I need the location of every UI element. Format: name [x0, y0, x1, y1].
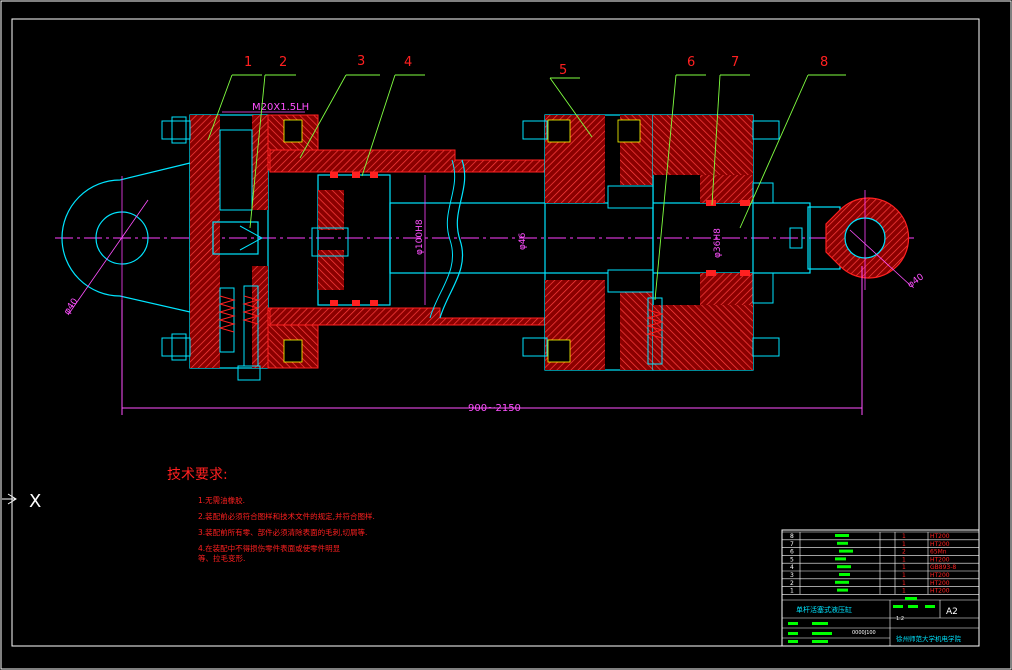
tb-row-no: 3 [790, 572, 794, 579]
tb-code: 0000J100 [852, 630, 876, 636]
balloon-3: 3 [357, 54, 365, 69]
tb-row-no: 1 [790, 588, 794, 595]
outer-border [0, 0, 1012, 670]
title-block: 8 1 HT200 7 1 HT200 6 2 65Mn 5 1 HT200 4 1 GB893-8 3 1 HT… [781, 529, 980, 647]
tech-heading: 技术要求: [167, 467, 228, 483]
tech-item-1: 1.无需油橡胶. [198, 495, 245, 505]
tb-row-name-mark [837, 541, 848, 545]
tb-row-qty: 2 [902, 549, 906, 556]
dim-right-eye: φ40 [906, 272, 926, 290]
tb-row-no: 4 [790, 564, 794, 571]
tb-drawing-name: 单杆活塞式液压缸 [796, 605, 852, 614]
cylinder-assembly: 900~2150 φ40 φ40 φ100H8 φ46 φ36H8 M20X1.… [55, 102, 926, 415]
tb-row-qty: 1 [902, 572, 906, 579]
tb-row-name-mark [839, 549, 853, 553]
tech-item-4: 4.在装配中不得损伤零件表面或使零件明显 [198, 543, 341, 553]
balloon-7: 7 [731, 55, 739, 70]
tb-row-qty: 1 [902, 588, 906, 595]
tb-row-no: 6 [790, 549, 794, 556]
inner-border [11, 18, 980, 647]
tb-row-no: 2 [790, 580, 794, 587]
tb-row-qty: 1 [902, 580, 906, 587]
tech-items: 1.无需油橡胶. 2.装配前必须符合图样和技术文件的规定,并符合图样. 3.装配… [198, 495, 375, 563]
dim-bore: φ100H8 [415, 219, 425, 255]
dim-left-eye: φ40 [62, 297, 80, 317]
tb-row-name-mark [837, 588, 848, 592]
tb-row-material: 65Mn [930, 549, 947, 556]
ucs-label: X [29, 491, 41, 512]
balloon-6: 6 [687, 55, 695, 70]
tb-sheet-size: A2 [946, 607, 958, 617]
balloon-2: 2 [279, 55, 287, 70]
tb-row-material: HT200 [930, 533, 950, 540]
tb-school: 徐州师范大学机电学院 [896, 634, 962, 643]
balloon-labels: 1 2 3 4 5 6 7 8 [244, 54, 828, 78]
tb-row-material: HT200 [930, 572, 950, 579]
tech-item-2: 2.装配前必须符合图样和技术文件的规定,并符合图样. [198, 511, 375, 521]
ucs-icon [2, 493, 17, 505]
barrel-bottom [269, 307, 581, 326]
balloon-5: 5 [559, 63, 567, 78]
balloon-4: 4 [404, 55, 412, 70]
tb-row-qty: 1 [902, 533, 906, 540]
dim-rod: φ46 [518, 232, 528, 250]
tech-item-5: 等、拉毛变形. [198, 553, 245, 563]
tb-row-material: HT200 [930, 541, 950, 548]
tb-row-qty: 1 [902, 556, 906, 563]
thread-callout: M20X1.5LH [252, 102, 309, 113]
drawing-canvas: X 900~2150 φ40 φ40 φ100H8 φ46 φ36H8 M20X… [0, 0, 1012, 670]
tb-row-material: GB893-8 [930, 564, 956, 571]
tb-row-material: HT200 [930, 556, 950, 563]
balloon-8: 8 [820, 55, 828, 70]
dim-overall: 900~2150 [468, 403, 521, 414]
tb-row-material: HT200 [930, 588, 950, 595]
tb-scale: 1:2 [896, 616, 904, 622]
break-line [439, 159, 466, 319]
tb-row-no: 7 [790, 541, 794, 548]
tech-item-3: 3.装配前所有零、部件必须清除表面的毛刺,切屑等. [198, 527, 367, 537]
tb-row-material: HT200 [930, 580, 950, 587]
tb-row-no: 5 [790, 556, 794, 563]
balloon-1: 1 [244, 55, 252, 70]
dim-rod-seal: φ36H8 [713, 228, 723, 258]
tb-row-name-mark [839, 573, 850, 576]
tb-row-no: 8 [790, 533, 794, 540]
tb-row-name-mark [837, 565, 851, 569]
tb-row-name-mark [835, 557, 846, 561]
tb-row-qty: 1 [902, 564, 906, 571]
tb-row-qty: 1 [902, 541, 906, 548]
tb-row-name-mark [835, 534, 849, 537]
tb-row-name-mark [835, 580, 849, 584]
